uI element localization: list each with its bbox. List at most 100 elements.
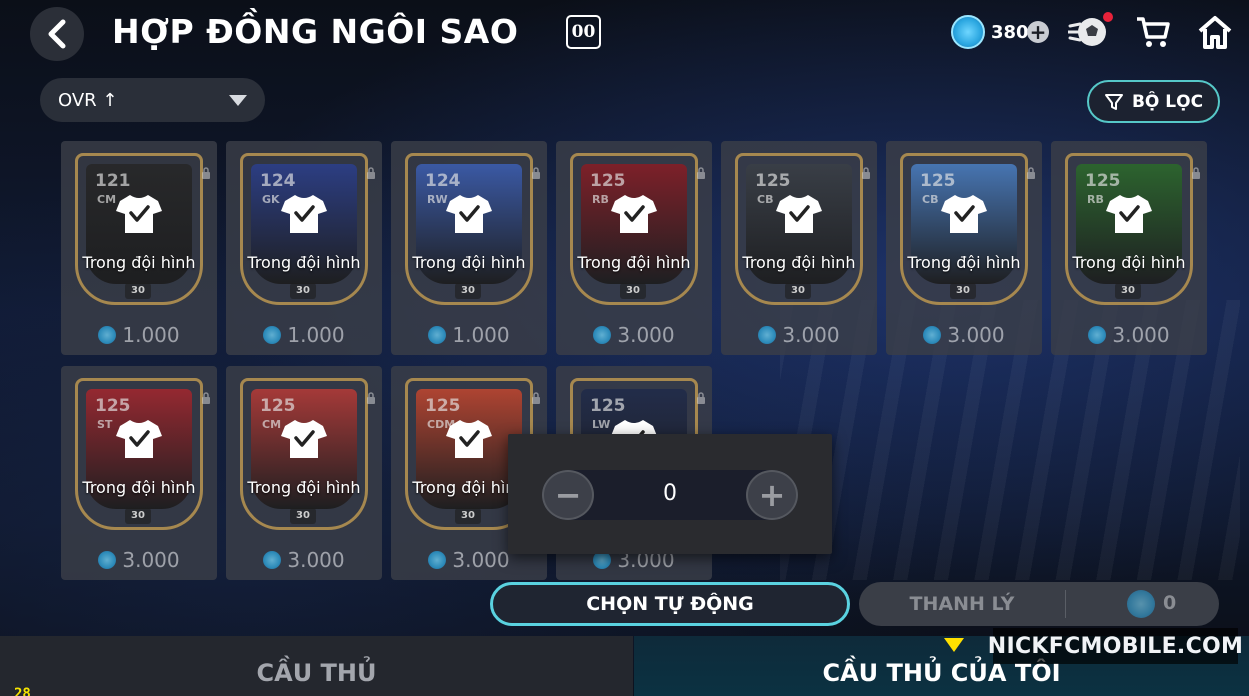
card-position: CM bbox=[262, 418, 282, 431]
season-badge-text: 00 bbox=[571, 22, 596, 42]
price-value: 3.000 bbox=[1112, 323, 1170, 347]
tab-players-label: CẦU THỦ bbox=[256, 659, 377, 687]
auto-select-button[interactable]: CHỌN TỰ ĐỘNG bbox=[490, 582, 850, 626]
increase-button[interactable]: + bbox=[746, 470, 798, 520]
notification-dot bbox=[1103, 12, 1113, 22]
lock-icon bbox=[697, 392, 705, 404]
card-level: 30 bbox=[1115, 283, 1141, 299]
card-ovr: 124 bbox=[425, 171, 461, 191]
price-value: 3.000 bbox=[452, 548, 510, 572]
card-position: CB bbox=[922, 193, 939, 206]
card-position: RB bbox=[592, 193, 609, 206]
back-button[interactable] bbox=[30, 7, 84, 61]
sell-button[interactable]: THANH LÝ 0 bbox=[859, 582, 1219, 626]
card-position: GK bbox=[262, 193, 280, 206]
player-card[interactable]: 125 RB 30 Trong đội hình 3.000 bbox=[556, 141, 712, 355]
shirt-check-icon bbox=[941, 195, 987, 233]
card-level: 30 bbox=[290, 508, 316, 524]
filter-button[interactable]: BỘ LỌC bbox=[1087, 80, 1220, 123]
card-ovr: 124 bbox=[260, 171, 296, 191]
coin-icon bbox=[428, 326, 447, 344]
in-team-label: Trong đội hình bbox=[247, 253, 361, 272]
sort-dropdown[interactable]: OVR ↑ bbox=[40, 78, 265, 122]
player-card[interactable]: 125 CB 30 Trong đội hình 3.000 bbox=[721, 141, 877, 355]
cart-icon[interactable] bbox=[1135, 15, 1171, 49]
card-position: ST bbox=[97, 418, 113, 431]
shirt-check-icon bbox=[446, 420, 492, 458]
player-card[interactable]: 124 GK 30 Trong đội hình 1.000 bbox=[226, 141, 382, 355]
coin-icon bbox=[758, 326, 777, 344]
player-card[interactable]: 125 CM 30 Trong đội hình 3.000 bbox=[226, 366, 382, 580]
card-ovr: 121 bbox=[95, 171, 131, 191]
player-card[interactable]: 124 RW 30 Trong đội hình 1.000 bbox=[391, 141, 547, 355]
price-value: 1.000 bbox=[122, 323, 180, 347]
card-price: 1.000 bbox=[61, 323, 217, 347]
price-value: 3.000 bbox=[947, 323, 1005, 347]
lock-icon bbox=[202, 392, 210, 404]
quantity-popup: − 0 + bbox=[508, 434, 832, 554]
card-level: 30 bbox=[950, 283, 976, 299]
card-price: 3.000 bbox=[556, 323, 712, 347]
in-team-label: Trong đội hình bbox=[742, 253, 856, 272]
lock-icon bbox=[862, 167, 870, 179]
quantity-stepper: − 0 + bbox=[542, 470, 798, 520]
price-value: 3.000 bbox=[617, 323, 675, 347]
in-team-label: Trong đội hình bbox=[247, 478, 361, 497]
card-ovr: 125 bbox=[920, 171, 956, 191]
filter-icon bbox=[1104, 93, 1123, 110]
divider bbox=[1065, 590, 1066, 618]
card-level: 30 bbox=[290, 283, 316, 299]
coin-icon bbox=[1088, 326, 1107, 344]
quantity-value[interactable]: 0 bbox=[594, 481, 746, 506]
lock-icon bbox=[1027, 167, 1035, 179]
add-currency-button[interactable]: + bbox=[1027, 21, 1049, 43]
in-team-label: Trong đội hình bbox=[412, 253, 526, 272]
card-ovr: 125 bbox=[590, 396, 626, 416]
decrease-button[interactable]: − bbox=[542, 470, 594, 520]
player-card[interactable]: 125 CB 30 Trong đội hình 3.000 bbox=[886, 141, 1042, 355]
card-level: 30 bbox=[125, 508, 151, 524]
shirt-check-icon bbox=[116, 195, 162, 233]
player-card[interactable]: 125 RB 30 Trong đội hình 3.000 bbox=[1051, 141, 1207, 355]
coin-icon bbox=[263, 326, 282, 344]
card-position: LW bbox=[592, 418, 611, 431]
price-value: 3.000 bbox=[287, 548, 345, 572]
shirt-check-icon bbox=[116, 420, 162, 458]
home-icon[interactable] bbox=[1197, 14, 1233, 50]
caret-down-icon bbox=[229, 95, 247, 106]
card-price: 1.000 bbox=[226, 323, 382, 347]
coin-icon bbox=[593, 326, 612, 344]
card-level: 30 bbox=[455, 283, 481, 299]
lock-icon bbox=[532, 392, 540, 404]
coin-icon bbox=[98, 326, 117, 344]
player-card[interactable]: 121 CM 30 Trong đội hình 1.000 bbox=[61, 141, 217, 355]
price-value: 1.000 bbox=[287, 323, 345, 347]
card-price: 3.000 bbox=[886, 323, 1042, 347]
card-position: RB bbox=[1087, 193, 1104, 206]
sell-value: 0 bbox=[1163, 592, 1177, 614]
active-tab-pointer-icon bbox=[944, 638, 964, 652]
card-position: CB bbox=[757, 193, 774, 206]
card-level: 30 bbox=[785, 283, 811, 299]
shirt-check-icon bbox=[281, 195, 327, 233]
card-ovr: 125 bbox=[260, 396, 296, 416]
auto-select-label: CHỌN TỰ ĐỘNG bbox=[586, 593, 754, 615]
page-title: HỢP ĐỒNG NGÔI SAO bbox=[112, 12, 519, 51]
chevron-left-icon bbox=[48, 19, 66, 49]
in-team-label: Trong đội hình bbox=[577, 253, 691, 272]
lock-icon bbox=[202, 167, 210, 179]
player-card[interactable]: 125 ST 30 Trong đội hình 3.000 bbox=[61, 366, 217, 580]
card-price: 3.000 bbox=[61, 548, 217, 572]
in-team-label: Trong đội hình bbox=[907, 253, 1021, 272]
card-ovr: 125 bbox=[95, 396, 131, 416]
card-position: CM bbox=[97, 193, 117, 206]
card-price: 3.000 bbox=[226, 548, 382, 572]
in-team-label: Trong đội hình bbox=[1072, 253, 1186, 272]
coin-icon bbox=[951, 15, 985, 49]
lock-icon bbox=[697, 167, 705, 179]
coin-icon bbox=[428, 551, 447, 569]
tab-players[interactable]: CẦU THỦ bbox=[0, 636, 633, 696]
plus-icon: + bbox=[758, 476, 786, 514]
coin-icon bbox=[1127, 590, 1155, 618]
price-value: 3.000 bbox=[782, 323, 840, 347]
